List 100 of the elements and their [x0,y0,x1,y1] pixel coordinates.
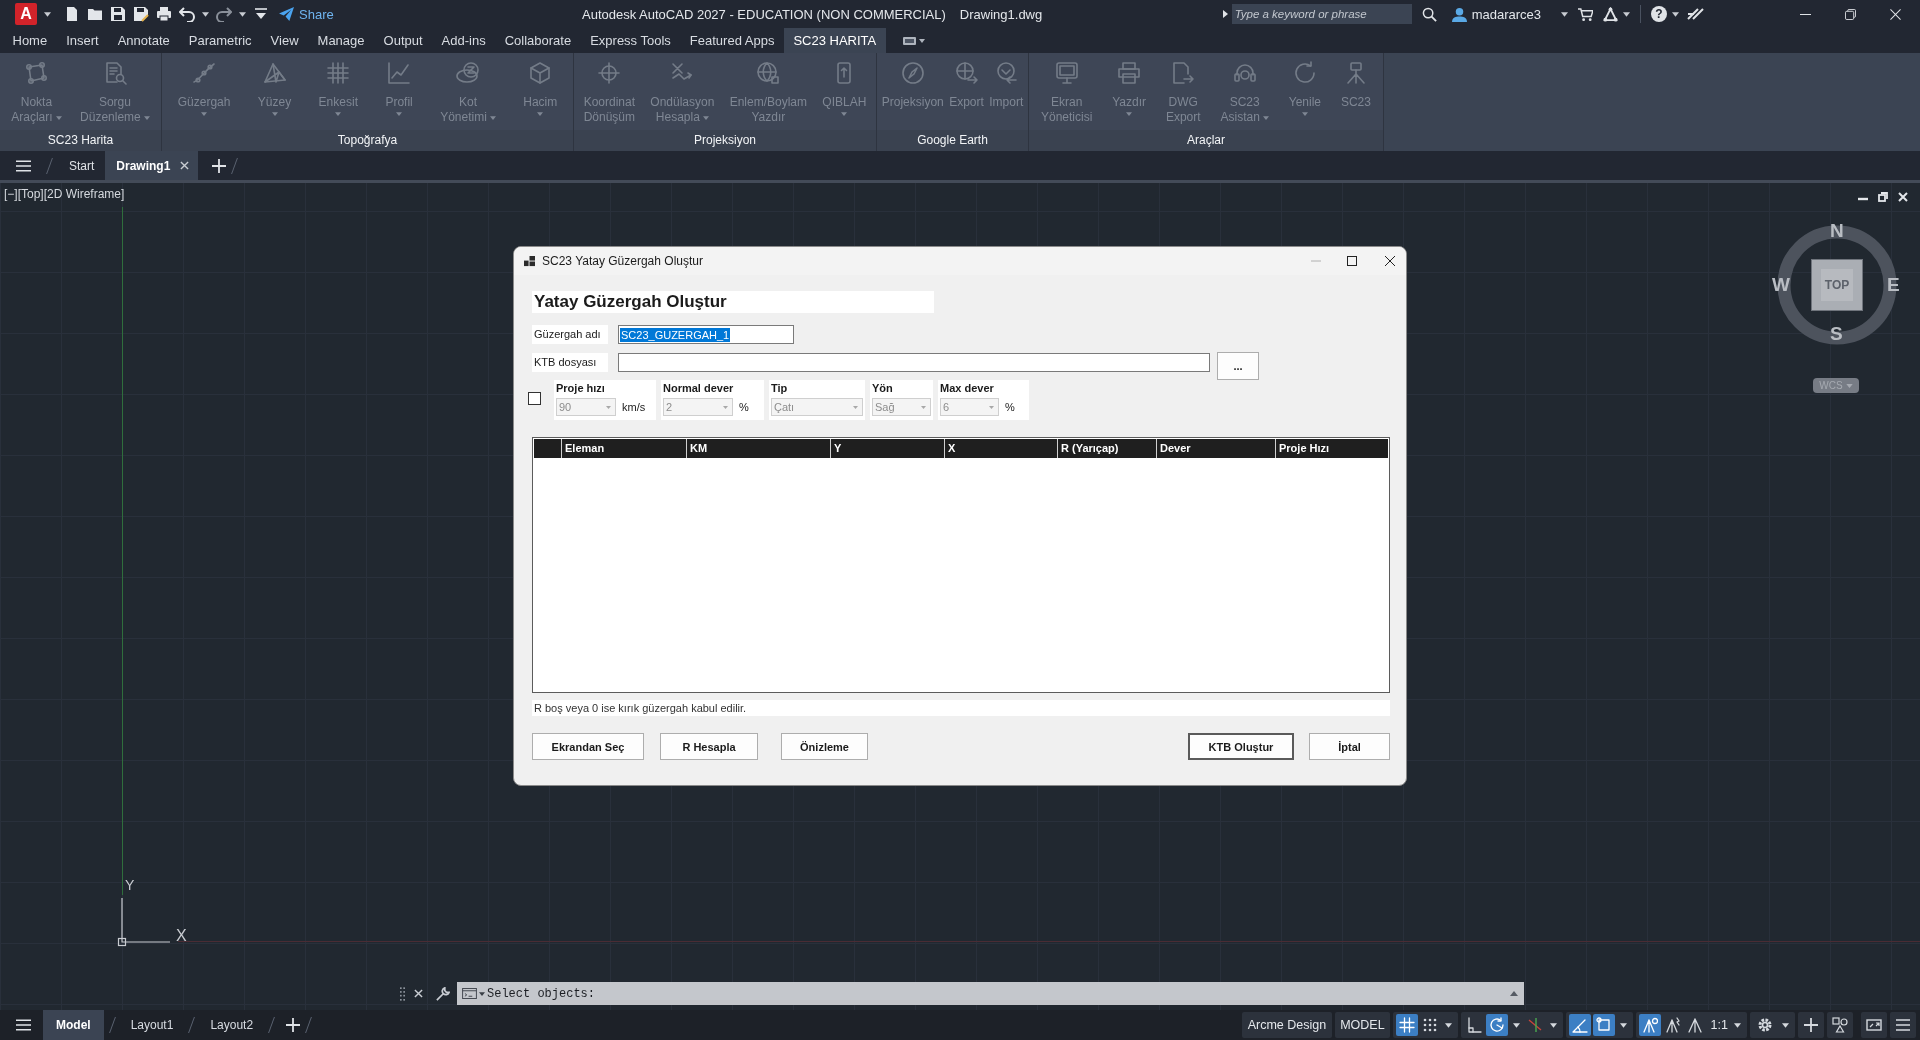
ribbon-tab[interactable]: Manage [308,28,375,53]
column-header[interactable]: Y [831,439,945,458]
ribbon-tab[interactable]: Parametric [179,28,262,53]
viewport-label[interactable]: [−][Top][2D Wireframe] [4,187,125,201]
caret-icon[interactable] [202,11,209,17]
menu-icon[interactable] [1890,1012,1916,1038]
ribbon-tab[interactable]: View [261,28,309,53]
ribbon-tab[interactable]: Express Tools [580,28,681,53]
file-tab[interactable]: Drawing1 [105,151,199,180]
browse-button[interactable]: ... [1217,352,1259,380]
drawing-canvas[interactable] [0,183,1920,1010]
restore-icon[interactable] [1878,192,1888,202]
ribbon-tab[interactable]: Collaborate [495,28,581,53]
share-button[interactable]: Share [279,6,334,22]
ribbon-tab[interactable]: Output [374,28,433,53]
dot-grid-icon[interactable] [1421,1017,1438,1033]
user-name[interactable]: madararce3 [1471,6,1541,22]
folder-icon[interactable] [87,6,103,22]
undo-icon[interactable] [179,6,195,22]
file-tab[interactable]: Start [58,151,106,180]
dialog-button[interactable]: KTB Oluştur [1188,733,1294,760]
ribbon-tab[interactable]: Home [3,28,57,53]
plus-icon[interactable] [1798,1012,1824,1038]
compass-letter[interactable]: S [1830,324,1843,344]
compass-letter[interactable]: N [1830,221,1844,241]
plus-icon[interactable] [286,1018,301,1032]
caret-icon[interactable] [1672,11,1679,17]
panel-toggle-icon[interactable] [902,35,925,46]
dialog-button[interactable]: Ekrandan Seç [532,733,644,760]
close-icon[interactable] [1385,256,1395,266]
fullscreen-icon[interactable] [1861,1012,1887,1038]
column-header[interactable]: R (Yarıçap) [1058,439,1157,458]
right-angle-icon[interactable] [1465,1017,1482,1033]
ribbon-tab[interactable]: SC23 HARITA [783,28,886,53]
ribbon-tab[interactable]: Featured Apps [680,28,784,53]
input-field[interactable]: SC23_GUZERGAH_1 [618,325,794,344]
dialog-button[interactable]: İptal [1309,733,1390,760]
caret-icon[interactable] [1561,11,1568,17]
column-header[interactable]: Eleman [562,439,687,458]
user-icon[interactable] [1451,6,1467,22]
annotation-autoscale-icon[interactable] [1664,1017,1681,1033]
annotation-visibility-icon[interactable] [1638,1014,1661,1036]
search-icon[interactable] [1421,6,1437,22]
column-header[interactable]: Proje Hızı [1276,439,1387,458]
model-space-button[interactable]: MODEL [1335,1012,1390,1038]
layout-tab[interactable]: Layout2 [200,1010,264,1040]
caret-icon[interactable] [1782,1022,1789,1028]
app-logo[interactable]: A [15,3,37,25]
redo-icon[interactable] [216,6,232,22]
ribbon-tab[interactable]: Add-ins [432,28,496,53]
layout-tab[interactable]: Layout1 [120,1010,184,1040]
wrench-icon[interactable] [436,986,450,1001]
menu-icon[interactable] [16,159,31,172]
up-arrow-icon[interactable] [1510,991,1518,996]
compass-letter[interactable]: E [1887,275,1900,295]
angle-lines-icon[interactable] [1568,1014,1591,1036]
search-field[interactable]: Type a keyword or phrase [1231,4,1412,24]
caret-icon[interactable] [479,991,485,996]
square-crosshair-icon[interactable] [1592,1014,1615,1036]
slashes-icon[interactable] [1687,8,1705,20]
save-icon[interactable] [110,6,126,22]
caret-icon[interactable] [1734,1022,1741,1028]
column-header[interactable]: Dever [1157,439,1276,458]
grid-icon[interactable] [1395,1014,1418,1036]
expand-arrow-icon[interactable] [1222,10,1228,18]
scale-button[interactable]: 1:1 [1708,1018,1730,1032]
caret-icon[interactable] [1623,11,1630,17]
menu-icon[interactable] [16,1019,31,1031]
triangle-nodes-icon[interactable] [1603,6,1618,22]
caret-icon[interactable] [1512,1022,1520,1028]
printer-icon[interactable] [156,6,172,22]
plus-icon[interactable] [212,158,227,173]
cart-icon[interactable] [1578,6,1593,22]
column-header[interactable]: X [945,439,1058,458]
caret-icon[interactable] [44,11,51,17]
column-header[interactable]: KM [687,439,831,458]
layout-tab[interactable]: Model [43,1010,104,1040]
caret-icon[interactable] [239,11,246,17]
maximize-icon[interactable] [1347,256,1357,266]
compass-letter[interactable]: W [1772,275,1790,295]
settings-icon[interactable] [1757,1017,1773,1033]
input-field[interactable] [618,353,1210,372]
shapes-icon[interactable] [1827,1012,1853,1038]
checkbox[interactable] [528,392,541,405]
caret-icon[interactable] [1444,1022,1452,1028]
grip-icon[interactable] [400,986,405,1001]
new-file-icon[interactable] [64,6,80,22]
axes-cross-icon[interactable] [1526,1017,1543,1033]
dialog-button[interactable]: R Hesapla [660,733,758,760]
ribbon-tab[interactable]: Annotate [108,28,180,53]
workspace-button[interactable]: Arcme Design [1241,1012,1333,1038]
annotation-scale-icon[interactable] [1686,1017,1703,1033]
help-button[interactable]: ? [1651,6,1667,22]
terminal-icon[interactable] [462,988,477,999]
caret-icon[interactable] [1549,1022,1557,1028]
caret-icon[interactable] [1619,1022,1627,1028]
save-as-icon[interactable] [133,6,149,22]
dialog-button[interactable]: Önizleme [781,733,868,760]
ribbon-tab[interactable]: Insert [56,28,109,53]
restore-icon[interactable] [1845,8,1856,20]
